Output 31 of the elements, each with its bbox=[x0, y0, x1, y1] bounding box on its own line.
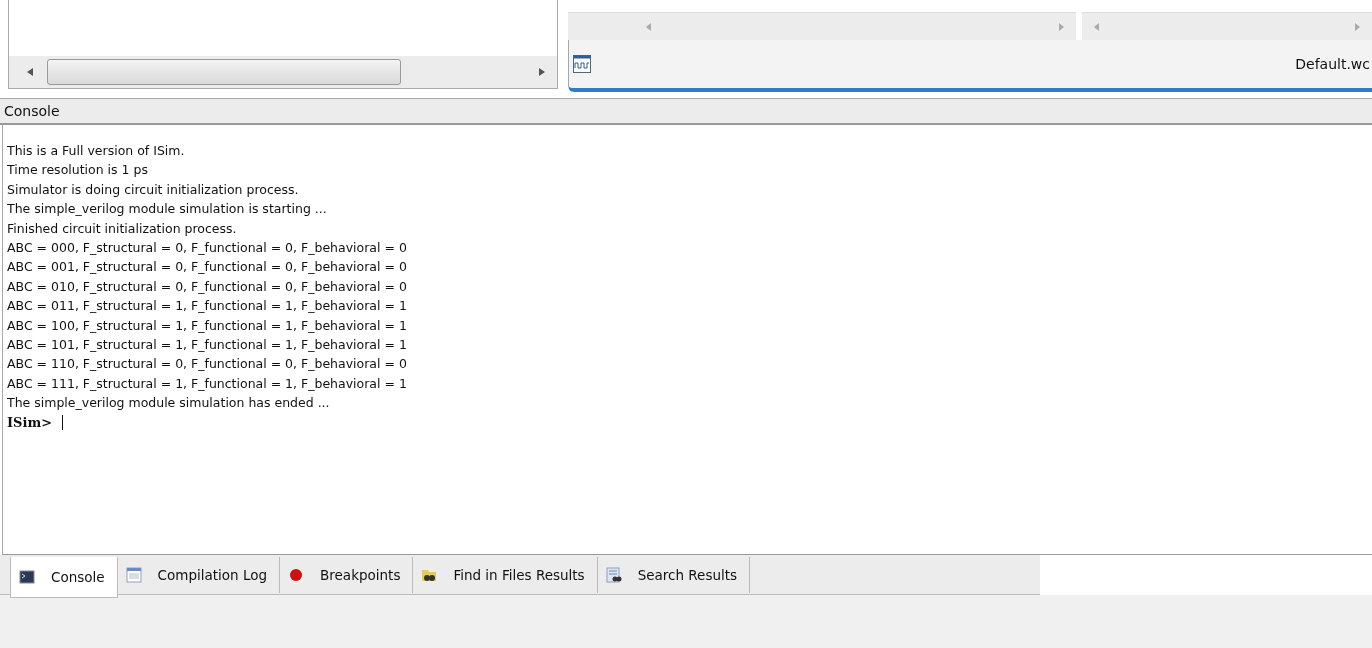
console-line: Finished circuit initialization process. bbox=[7, 219, 238, 238]
console-line: ABC = 111, F_structural = 1, F_functional = 1, F_behavioral = 1 bbox=[7, 374, 408, 393]
console-line: This is a Full version of ISim. bbox=[7, 142, 186, 160]
horizontal-scrollbar[interactable] bbox=[568, 12, 1076, 40]
waveform-icon bbox=[573, 55, 591, 73]
panel-title: Console bbox=[0, 98, 1372, 125]
scroll-right-icon[interactable] bbox=[539, 68, 545, 76]
terminal-icon bbox=[19, 569, 35, 585]
scroll-left-icon[interactable] bbox=[27, 68, 33, 76]
console-line: The simple_verilog module simulation has ended ... bbox=[7, 394, 331, 413]
console-line: ABC = 010, F_structural = 0, F_functional = 0, F_behavioral = 0 bbox=[7, 277, 408, 296]
horizontal-scrollbar[interactable] bbox=[9, 56, 557, 88]
console-line: ABC = 110, F_structural = 0, F_functional = 0, F_behavioral = 0 bbox=[7, 355, 408, 374]
binoculars-list-icon bbox=[605, 567, 622, 583]
console-line: ABC = 100, F_structural = 1, F_functional = 1, F_behavioral = 1 bbox=[7, 316, 408, 335]
console-line: ABC = 001, F_structural = 0, F_functional = 0, F_behavioral = 0 bbox=[7, 258, 408, 277]
file-tab[interactable]: Default.wc bbox=[1295, 56, 1370, 72]
text-cursor bbox=[62, 414, 64, 430]
document-icon bbox=[125, 567, 142, 583]
console-line: Simulator is doing circuit initialization process. bbox=[7, 180, 300, 199]
panel-tab[interactable]: Console bbox=[10, 557, 118, 598]
console-line: ABC = 000, F_structural = 0, F_functional = 0, F_behavioral = 0 bbox=[7, 238, 408, 257]
breakpoint-icon bbox=[288, 567, 305, 583]
horizontal-scrollbar[interactable] bbox=[1082, 12, 1372, 40]
binoculars-folder-icon bbox=[421, 567, 438, 583]
scrollbar-thumb[interactable] bbox=[47, 59, 401, 85]
console-line: Time resolution is 1 ps bbox=[7, 161, 149, 180]
console-line: ABC = 011, F_structural = 1, F_functional = 1, F_behavioral = 1 bbox=[7, 297, 408, 316]
console-line: The simple_verilog module simulation is starting ... bbox=[7, 200, 328, 219]
console-prompt: ISim> bbox=[7, 414, 53, 430]
console-line: ABC = 101, F_structural = 1, F_functional = 1, F_behavioral = 1 bbox=[7, 335, 408, 354]
